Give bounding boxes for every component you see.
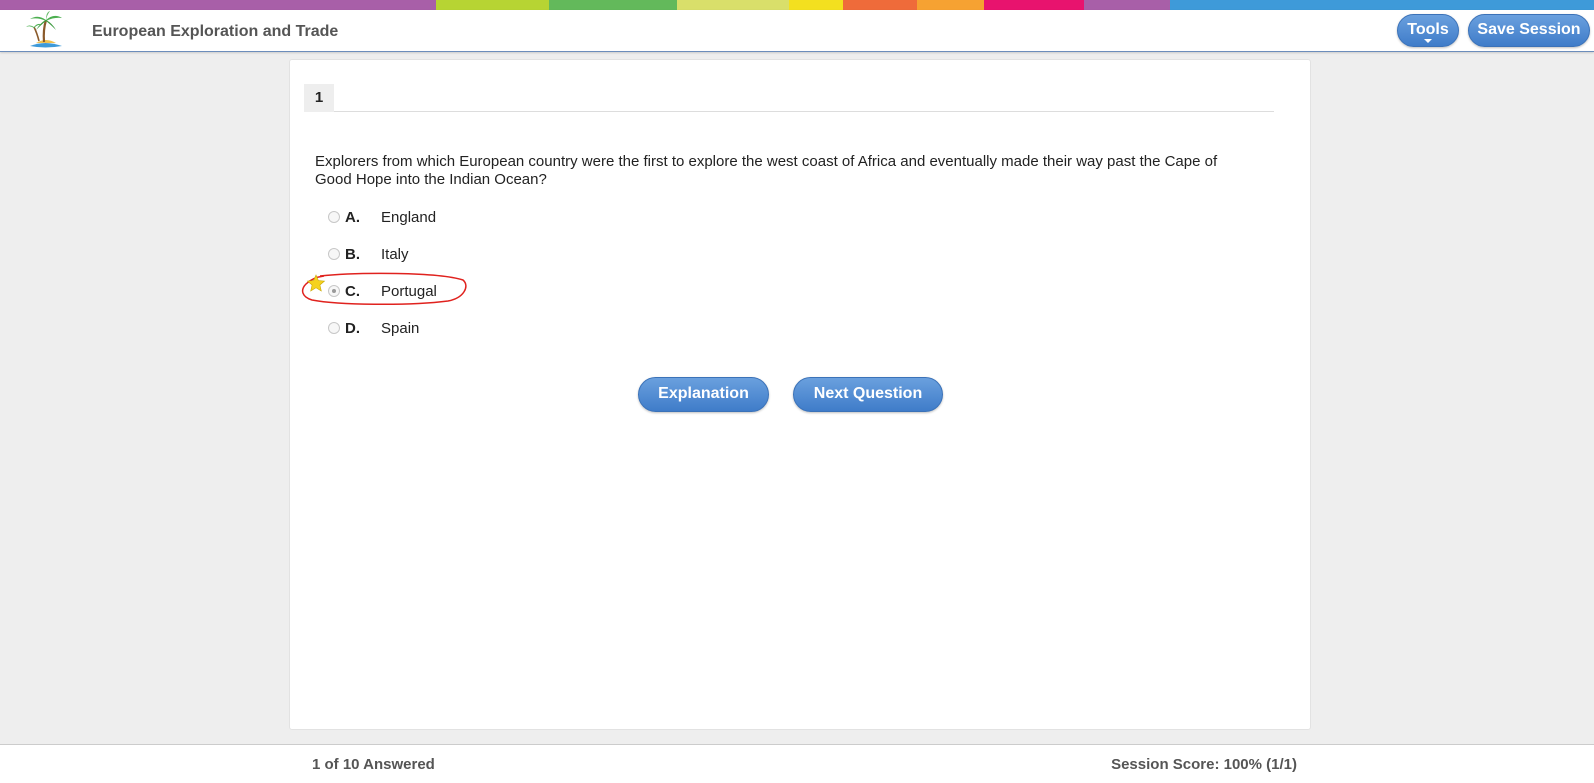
choice-letter: D. bbox=[345, 320, 360, 337]
strip-segment bbox=[436, 0, 549, 10]
choice-d-radio[interactable] bbox=[328, 322, 340, 334]
strip-segment bbox=[984, 0, 1084, 10]
question-number-tab[interactable]: 1 bbox=[304, 84, 334, 112]
strip-segment bbox=[1084, 0, 1170, 10]
top-bar: European Exploration and Trade bbox=[0, 10, 1594, 52]
choice-letter: B. bbox=[345, 246, 360, 263]
next-question-button[interactable]: Next Question bbox=[793, 377, 943, 412]
explanation-button[interactable]: Explanation bbox=[638, 377, 769, 412]
save-session-button[interactable]: Save Session bbox=[1468, 14, 1590, 47]
question-tab-row: 1 bbox=[304, 84, 1274, 112]
choice-text: Spain bbox=[381, 320, 420, 337]
choice-text: England bbox=[381, 209, 437, 226]
question-text: Explorers from which European country we… bbox=[315, 153, 1218, 188]
strip-segment bbox=[843, 0, 917, 10]
strip-segment bbox=[789, 0, 843, 10]
choice-c-radio[interactable] bbox=[328, 285, 340, 297]
caret-down-icon bbox=[1424, 39, 1432, 43]
strip-segment bbox=[1170, 0, 1594, 10]
choice-letter: A. bbox=[345, 209, 360, 226]
color-strip bbox=[0, 0, 1594, 10]
strip-segment bbox=[0, 0, 436, 10]
choice-text: Portugal bbox=[381, 283, 437, 300]
choice-a-radio[interactable] bbox=[328, 211, 340, 223]
strip-segment bbox=[677, 0, 789, 10]
answered-count: 1 of 10 Answered bbox=[312, 756, 435, 773]
tools-label: Tools bbox=[1407, 21, 1449, 38]
star-icon bbox=[306, 274, 326, 292]
strip-segment bbox=[917, 0, 984, 10]
palm-tree-logo-icon[interactable] bbox=[24, 10, 66, 50]
strip-segment bbox=[549, 0, 677, 10]
choice-letter: C. bbox=[345, 283, 360, 300]
choice-b-radio[interactable] bbox=[328, 248, 340, 260]
app-title: European Exploration and Trade bbox=[92, 23, 339, 40]
tools-button[interactable]: Tools bbox=[1397, 14, 1459, 47]
session-score: Session Score: 100% (1/1) bbox=[1111, 756, 1297, 773]
choice-text: Italy bbox=[381, 246, 409, 263]
status-footer: 1 of 10 Answered Session Score: 100% (1/… bbox=[0, 744, 1594, 783]
